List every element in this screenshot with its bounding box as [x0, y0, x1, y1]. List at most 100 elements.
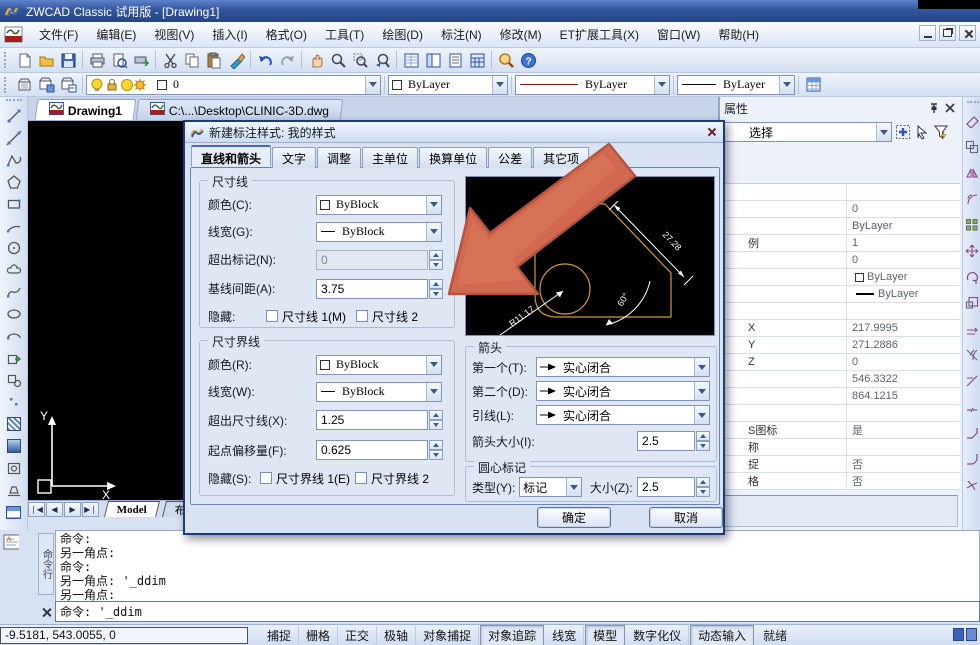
table-style-button[interactable]	[802, 74, 824, 95]
command-close-icon[interactable]	[40, 606, 53, 619]
linetype-combo[interactable]: ByLayer	[515, 75, 670, 95]
suppress-dim-line2-checkbox[interactable]	[356, 310, 368, 322]
offset-from-origin-spinner[interactable]: 0.625	[316, 440, 443, 460]
undo-button[interactable]	[254, 50, 276, 71]
lineweight-toggle[interactable]: 线宽	[545, 626, 584, 645]
find-button[interactable]	[495, 50, 517, 71]
ok-button[interactable]: 确定	[537, 507, 611, 528]
selection-combo-arrow[interactable]	[876, 123, 891, 141]
quick-select-icon[interactable]	[895, 124, 911, 140]
insert-block-tool[interactable]	[3, 347, 25, 369]
property-row[interactable]: Z0	[722, 354, 960, 371]
linetype-combo-arrow[interactable]	[654, 76, 669, 94]
fillet-tool[interactable]	[965, 446, 980, 472]
construction-line-tool[interactable]	[3, 127, 25, 149]
explode-tool[interactable]	[965, 472, 980, 498]
property-row[interactable]: 546.3322	[722, 371, 960, 388]
dyn-input-toggle[interactable]: 动态输入	[690, 625, 754, 645]
coordinate-display[interactable]: -9.5181, 543.0055, 0	[0, 627, 248, 644]
ortho-toggle[interactable]: 正交	[338, 626, 377, 645]
region-tool[interactable]	[3, 457, 25, 479]
last-tab-button[interactable]: ▶❘	[82, 502, 99, 517]
zoom-realtime-button[interactable]	[327, 50, 349, 71]
menu-modify[interactable]: 修改(M)	[491, 23, 551, 46]
property-row[interactable]: ByLayer	[722, 286, 960, 303]
cancel-button[interactable]: 取消	[649, 507, 723, 528]
move-tool[interactable]	[965, 238, 980, 264]
break-tool[interactable]	[965, 394, 980, 420]
point-tool[interactable]	[3, 391, 25, 413]
gradient-tool[interactable]	[3, 435, 25, 457]
table-tool[interactable]	[3, 501, 25, 523]
arrow-size-spinner[interactable]: 2.5	[637, 431, 710, 451]
command-window-tab[interactable]: 命令行	[38, 533, 54, 595]
menu-view[interactable]: 视图(V)	[145, 23, 203, 46]
text-window-icon[interactable]: A	[3, 534, 19, 550]
ext-color-combo[interactable]: ByBlock	[316, 355, 442, 375]
doc-tab-clinic3d[interactable]: C:\...\Desktop\CLINIC-3D.dwg	[136, 99, 344, 120]
property-row[interactable]: 捉否	[722, 456, 960, 473]
extend-beyond-ticks-spinner[interactable]: 0	[316, 250, 443, 270]
dialog-titlebar[interactable]: 新建标注样式: 我的样式	[185, 122, 723, 143]
toggle-pickadd-icon[interactable]	[933, 124, 949, 140]
save-button[interactable]	[57, 50, 79, 71]
snap-toggle[interactable]: 捕捉	[260, 626, 299, 645]
layer-manager-button[interactable]	[13, 74, 35, 95]
copy-button[interactable]	[181, 50, 203, 71]
array-tool[interactable]	[965, 212, 980, 238]
toolbar-grip[interactable]	[967, 101, 979, 105]
menu-format[interactable]: 格式(O)	[257, 23, 316, 46]
ext-lineweight-combo[interactable]: ByBlock	[316, 382, 442, 402]
property-row[interactable]: ByLayer	[722, 269, 960, 286]
suppress-ext-line1-checkbox[interactable]	[260, 472, 272, 484]
open-button[interactable]	[35, 50, 57, 71]
osnap-toggle[interactable]: 对象捕捉	[416, 626, 479, 645]
toolbar-grip[interactable]	[6, 99, 22, 103]
menu-tools[interactable]: 工具(T)	[316, 23, 373, 46]
lineweight-combo[interactable]: ByLayer	[677, 75, 795, 95]
suppress-ext-line2-checkbox[interactable]	[355, 472, 367, 484]
dim-lineweight-combo[interactable]: ByBlock	[316, 222, 442, 242]
tab-alt-units[interactable]: 换算单位	[419, 147, 487, 168]
new-button[interactable]	[13, 50, 35, 71]
plot-button[interactable]	[130, 50, 152, 71]
property-row[interactable]	[722, 303, 960, 320]
properties-palette-button[interactable]	[400, 50, 422, 71]
tab-lines-arrows[interactable]: 直线和箭头	[191, 145, 271, 166]
trim-tool[interactable]	[965, 342, 980, 368]
revision-cloud-tool[interactable]	[3, 259, 25, 281]
menu-dimension[interactable]: 标注(N)	[432, 23, 491, 46]
property-row[interactable]: ByLayer	[722, 218, 960, 235]
tab-text[interactable]: 文字	[272, 147, 316, 168]
lineweight-combo-arrow[interactable]	[779, 76, 794, 94]
mirror-tool[interactable]	[965, 160, 980, 186]
calculator-button[interactable]	[466, 50, 488, 71]
dialog-close-icon[interactable]	[704, 125, 719, 139]
property-row[interactable]	[722, 405, 960, 422]
align-tool[interactable]	[3, 479, 25, 501]
make-block-tool[interactable]	[3, 369, 25, 391]
menu-edit[interactable]: 编辑(E)	[87, 23, 145, 46]
property-row[interactable]: S图标是	[722, 422, 960, 439]
color-combo-arrow[interactable]	[492, 76, 507, 94]
second-arrow-combo[interactable]: 实心闭合	[536, 381, 710, 401]
dim-color-combo[interactable]: ByBlock	[316, 195, 442, 215]
extend-tool[interactable]	[965, 368, 980, 394]
grid-toggle[interactable]: 栅格	[299, 626, 338, 645]
command-history[interactable]: 命令: 另一角点: 命令: 另一角点: '_ddim 另一角点:	[55, 530, 980, 601]
selection-combo[interactable]: 选择	[724, 122, 892, 142]
spline-tool[interactable]	[3, 281, 25, 303]
leader-arrow-combo[interactable]: 实心闭合	[536, 405, 710, 425]
hatch-tool[interactable]	[3, 413, 25, 435]
suppress-dim-line1-checkbox[interactable]	[266, 310, 278, 322]
pin-icon[interactable]	[926, 100, 942, 116]
polar-toggle[interactable]: 极轴	[377, 626, 416, 645]
model-tab[interactable]: Model	[104, 501, 160, 517]
property-row[interactable]: 0	[722, 201, 960, 218]
layer-combo[interactable]: 0	[86, 75, 381, 95]
cut-button[interactable]	[159, 50, 181, 71]
first-arrow-combo[interactable]: 实心闭合	[536, 357, 710, 377]
copy-tool[interactable]	[965, 134, 980, 160]
print-button[interactable]	[86, 50, 108, 71]
property-row[interactable]: 0	[722, 252, 960, 269]
